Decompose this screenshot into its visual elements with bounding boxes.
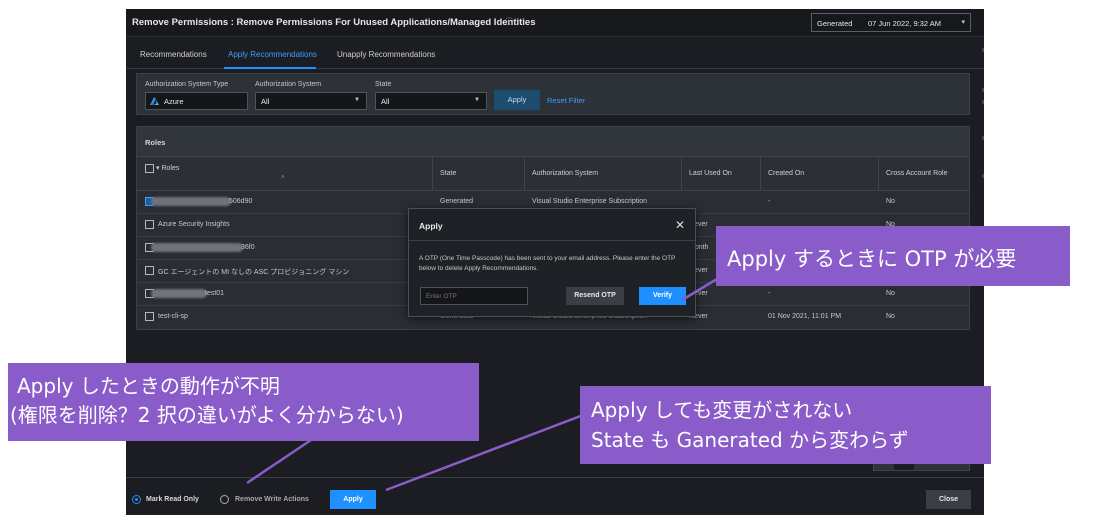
chevron-down-icon: ▾ bbox=[961, 19, 965, 26]
state-cell: Generated bbox=[440, 198, 474, 205]
azure-icon bbox=[150, 97, 159, 105]
close-icon[interactable]: ✕ bbox=[675, 218, 685, 232]
filter-bar: Authorization System Type Azure Authoriz… bbox=[136, 73, 970, 115]
divider bbox=[409, 240, 695, 241]
generated-label: Generated bbox=[817, 19, 853, 28]
page-title: Remove Permissions : Remove Permissions … bbox=[132, 17, 536, 28]
sort-asc-icon: ˄ bbox=[281, 175, 285, 181]
chevron-down-icon: ▼ bbox=[474, 97, 480, 103]
title-bar: Remove Permissions : Remove Permissions … bbox=[126, 9, 984, 37]
state-select[interactable]: All ▼ bbox=[375, 92, 487, 110]
cross-account-cell: No bbox=[886, 313, 895, 320]
mark-read-only-radio[interactable] bbox=[132, 495, 141, 504]
auth-system-label: Authorization System bbox=[255, 81, 322, 88]
table-header-row: ▾ Roles ˄ State Authorization System Las… bbox=[137, 157, 969, 191]
callout-behavior-unclear: Apply したときの動作が不明 (権限を削除？2 択の違いがよく分からない) bbox=[8, 363, 479, 441]
callout-no-change: Apply しても変更がされない State も Ganerated から変わら… bbox=[580, 386, 991, 464]
row-checkbox[interactable] bbox=[145, 266, 154, 275]
redacted-text bbox=[151, 197, 231, 206]
auth-system-type-label: Authorization System Type bbox=[145, 81, 229, 88]
role-name: 36f0 bbox=[241, 244, 255, 251]
callout-text: Apply するときに OTP が必要 bbox=[727, 247, 1017, 271]
created-cell: - bbox=[768, 290, 771, 297]
state-value: All bbox=[381, 97, 390, 106]
redacted-text bbox=[151, 289, 207, 298]
redacted-text bbox=[151, 243, 243, 252]
apply-button[interactable]: Apply bbox=[330, 490, 376, 509]
remove-write-actions-radio[interactable] bbox=[220, 495, 229, 504]
callout-text-line1: Apply しても変更がされない bbox=[591, 398, 853, 422]
generated-date-dropdown[interactable]: Generated 07 Jun 2022, 9:32 AM ▾ bbox=[811, 13, 971, 32]
column-header-auth-system[interactable]: Authorization System bbox=[525, 157, 682, 191]
auth-system-select[interactable]: All ▼ bbox=[255, 92, 367, 110]
auth-system-type-select[interactable]: Azure bbox=[145, 92, 248, 110]
resend-otp-button[interactable]: Resend OTP bbox=[566, 287, 624, 305]
tab-unapply-recommendations[interactable]: Unapply Recommendations bbox=[337, 50, 435, 59]
mark-read-only-label[interactable]: Mark Read Only bbox=[146, 496, 199, 503]
role-name: test01 bbox=[205, 290, 225, 297]
generated-value: 07 Jun 2022, 9:32 AM bbox=[868, 19, 941, 28]
role-name: Azure Security Insights bbox=[158, 221, 230, 228]
active-tab-indicator bbox=[224, 67, 316, 69]
cross-account-cell: No bbox=[886, 198, 895, 205]
cross-account-cell: No bbox=[886, 290, 895, 297]
role-name: 506d90 bbox=[229, 198, 253, 205]
apply-filter-button[interactable]: Apply bbox=[494, 90, 540, 110]
tab-apply-recommendations[interactable]: Apply Recommendations bbox=[228, 50, 317, 59]
roles-column-label: ▾ Roles bbox=[156, 165, 180, 172]
role-name: test-cli-sp bbox=[158, 313, 188, 320]
column-header-created[interactable]: Created On bbox=[761, 157, 879, 191]
verify-button[interactable]: Verify bbox=[639, 287, 686, 305]
tab-bar: Recommendations Apply Recommendations Un… bbox=[126, 37, 984, 69]
info-icon[interactable]: ⓘ bbox=[505, 16, 513, 27]
close-button[interactable]: Close bbox=[926, 490, 971, 509]
role-name: GC エージェントの MI なしの ASC プロビジョニング マシン bbox=[158, 269, 350, 276]
callout-otp-required: Apply するときに OTP が必要 bbox=[716, 226, 1070, 286]
reset-filter-link[interactable]: Reset Filter bbox=[547, 96, 585, 105]
column-header-roles[interactable]: ▾ Roles ˄ bbox=[137, 157, 433, 191]
dialog-message: A OTP (One Time Passcode) has been sent … bbox=[419, 255, 676, 272]
created-cell: - bbox=[768, 198, 771, 205]
row-checkbox[interactable] bbox=[145, 220, 154, 229]
column-header-cross-account[interactable]: Cross Account Role bbox=[879, 157, 969, 191]
row-checkbox[interactable] bbox=[145, 312, 154, 321]
column-header-last-used[interactable]: Last Used On bbox=[682, 157, 761, 191]
auth-system-value: All bbox=[261, 97, 270, 106]
footer-bar: Mark Read Only Remove Write Actions Appl… bbox=[126, 477, 984, 515]
select-all-checkbox[interactable] bbox=[145, 164, 154, 173]
auth-system-cell: Visual Studio Enterprise Subscription bbox=[532, 198, 648, 205]
otp-input[interactable] bbox=[420, 287, 528, 305]
roles-section-title: Roles bbox=[145, 138, 166, 147]
remove-write-actions-label[interactable]: Remove Write Actions bbox=[235, 496, 309, 503]
screenshot-page: Remove Permissions : Remove Permissions … bbox=[0, 0, 1104, 521]
dialog-title: Apply bbox=[419, 221, 443, 231]
column-header-state[interactable]: State bbox=[433, 157, 525, 191]
apply-otp-dialog: Apply ✕ A OTP (One Time Passcode) has be… bbox=[408, 208, 696, 317]
state-label: State bbox=[375, 81, 392, 88]
chevron-down-icon: ▼ bbox=[354, 97, 360, 103]
created-cell: 01 Nov 2021, 11:01 PM bbox=[768, 313, 842, 320]
roles-section-header: Roles bbox=[137, 127, 969, 157]
callout-text-line1: Apply したときの動作が不明 bbox=[17, 374, 280, 398]
callout-text-line2: State も Ganerated から変わらず bbox=[591, 428, 909, 452]
callout-text-line2: (権限を削除？2 択の違いがよく分からない) bbox=[10, 403, 404, 427]
tab-recommendations[interactable]: Recommendations bbox=[140, 50, 207, 59]
auth-system-type-value: Azure bbox=[164, 97, 184, 106]
